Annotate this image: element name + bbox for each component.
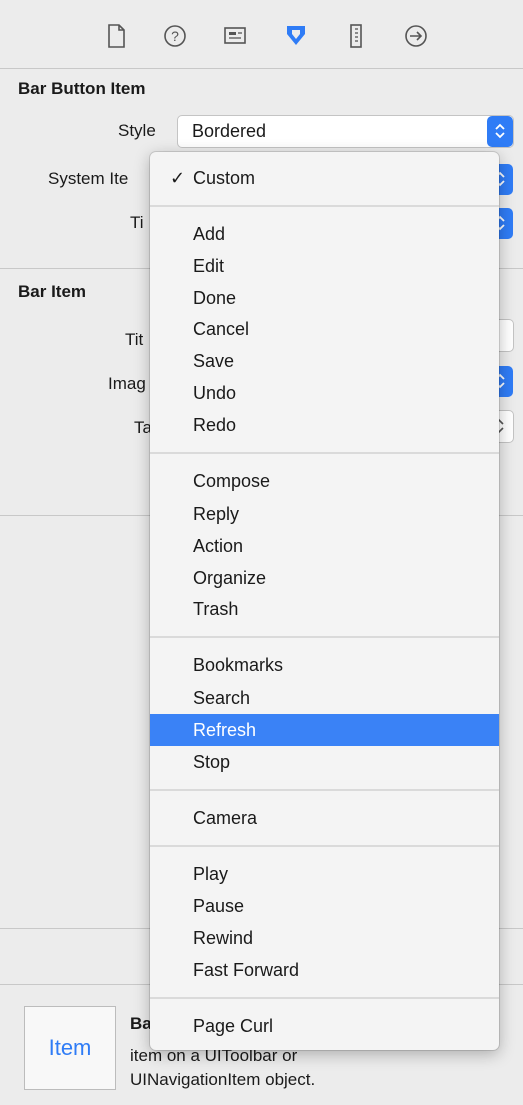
menu-separator [150, 452, 499, 454]
menu-item-camera[interactable]: Camera [150, 802, 499, 834]
menu-item-refresh[interactable]: Refresh [150, 714, 499, 746]
system-item-dropdown-menu: ✓ Custom Add Edit Done Cancel Save Undo … [150, 152, 499, 1050]
menu-item-reply[interactable]: Reply [150, 498, 499, 530]
attributes-inspector-icon[interactable] [278, 18, 314, 54]
menu-item-edit[interactable]: Edit [150, 250, 499, 282]
menu-item-label: Custom [193, 168, 256, 188]
connections-inspector-icon[interactable] [398, 18, 434, 54]
menu-separator [150, 636, 499, 638]
svg-text:?: ? [171, 28, 179, 44]
menu-item-action[interactable]: Action [150, 530, 499, 562]
menu-item-custom[interactable]: ✓ Custom [150, 162, 499, 194]
menu-item-redo[interactable]: Redo [150, 409, 499, 441]
style-popup[interactable]: Bordered [177, 115, 514, 148]
menu-item-play[interactable]: Play [150, 858, 499, 890]
menu-item-undo[interactable]: Undo [150, 377, 499, 409]
menu-item-add[interactable]: Add [150, 218, 499, 250]
file-inspector-icon[interactable] [98, 18, 134, 54]
section-title-bar-item: Bar Item [18, 282, 87, 301]
menu-item-save[interactable]: Save [150, 345, 499, 377]
menu-item-search[interactable]: Search [150, 682, 499, 714]
menu-item-trash[interactable]: Trash [150, 593, 499, 625]
object-description-line: UINavigationItem object. [130, 1070, 316, 1089]
menu-item-pause[interactable]: Pause [150, 890, 499, 922]
inspector-toolbar: ? [0, 0, 523, 69]
style-popup-arrows-icon[interactable] [487, 116, 513, 147]
menu-item-compose[interactable]: Compose [150, 465, 499, 497]
menu-separator [150, 205, 499, 207]
system-item-label: System Ite [48, 169, 129, 188]
style-value: Bordered [192, 121, 267, 141]
menu-item-rewind[interactable]: Rewind [150, 922, 499, 954]
menu-item-page-curl[interactable]: Page Curl [150, 1010, 499, 1042]
menu-item-done[interactable]: Done [150, 282, 499, 314]
bar-button-item-icon[interactable]: Item [24, 1006, 116, 1090]
image-label: Imag [108, 374, 146, 393]
quick-help-icon[interactable]: ? [157, 18, 193, 54]
menu-item-fast-forward[interactable]: Fast Forward [150, 954, 499, 986]
title-label: Tit [125, 330, 144, 349]
identity-inspector-icon[interactable] [217, 18, 253, 54]
section-title-bar-button-item: Bar Button Item [18, 79, 146, 98]
menu-item-organize[interactable]: Organize [150, 562, 499, 594]
menu-item-bookmarks[interactable]: Bookmarks [150, 649, 499, 681]
tint-label: Ti [130, 213, 144, 232]
style-label: Style [118, 121, 156, 140]
menu-separator [150, 997, 499, 999]
object-description-title: Ba [130, 1014, 152, 1033]
size-inspector-icon[interactable] [338, 18, 374, 54]
menu-separator [150, 789, 499, 791]
checkmark-icon: ✓ [170, 168, 186, 188]
menu-item-cancel[interactable]: Cancel [150, 313, 499, 345]
menu-item-stop[interactable]: Stop [150, 746, 499, 778]
menu-separator [150, 845, 499, 847]
